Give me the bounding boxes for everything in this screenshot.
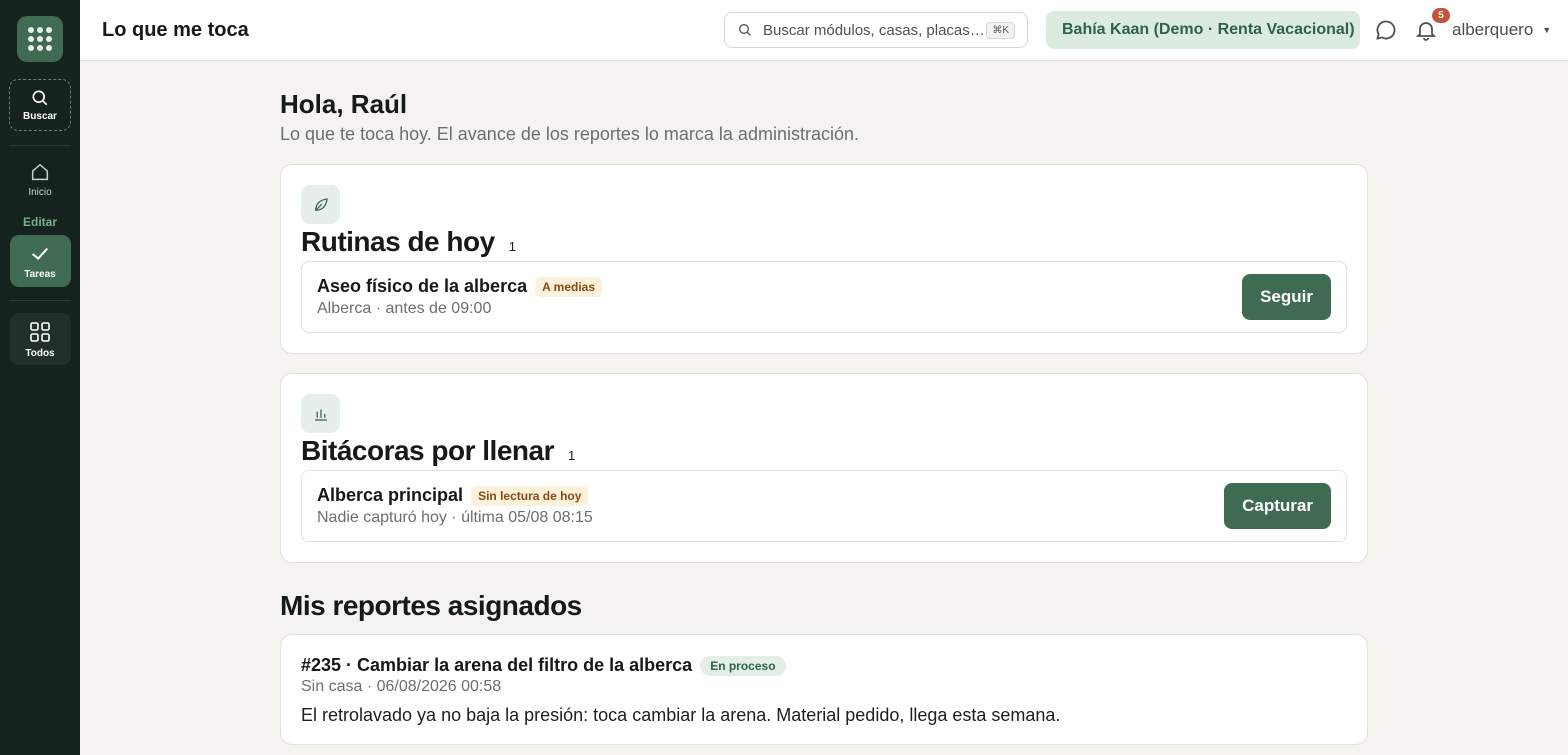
list-item: Aseo físico de la alberca A medias Alber… <box>301 261 1347 333</box>
grid-dots-icon <box>28 27 52 51</box>
status-badge: Sin lectura de hoy <box>471 485 589 506</box>
bar-chart-icon <box>301 394 340 433</box>
routines-title: Rutinas de hoy <box>301 226 495 257</box>
greeting-subtitle: Lo que te toca hoy. El avance de los rep… <box>280 124 859 144</box>
report-title: #235 · Cambiar la arena del filtro de la… <box>301 655 693 675</box>
sidebar-item-tareas[interactable]: Tareas <box>9 235 71 287</box>
sidebar-item-label: Todos <box>25 347 55 359</box>
sidebar-item-label: Inicio <box>28 186 52 198</box>
report-card[interactable]: #235 · Cambiar la arena del filtro de la… <box>280 634 1368 745</box>
status-badge: En proceso <box>700 655 786 676</box>
status-badge: A medias <box>535 276 603 297</box>
search-icon <box>739 24 751 36</box>
report-body: El retrolavado ya no baja la presión: to… <box>301 705 1061 725</box>
sidebar-item-label: Tareas <box>24 268 56 280</box>
reports-title: Mis reportes asignados <box>280 590 582 621</box>
routines-card: Rutinas de hoy 1 Aseo físico de la alber… <box>280 164 1368 354</box>
sidebar-item-inicio[interactable]: Inicio <box>10 153 71 205</box>
sidebar-search-button[interactable]: Buscar <box>9 79 71 131</box>
log-subtitle: Nadie capturó hoy · última 05/08 08:15 <box>317 509 593 526</box>
main-content: Hola, Raúl Lo que te toca hoy. El avance… <box>280 61 1368 745</box>
notifications-badge: 5 <box>1432 8 1450 23</box>
chat-button[interactable] <box>1374 18 1398 47</box>
sidebar-search-label: Buscar <box>23 111 57 122</box>
sidebar: Buscar Inicio Editar Tareas Todos <box>0 0 80 755</box>
site-selector[interactable]: Bahía Kaan (Demo · Renta Vacacional) <box>1046 11 1360 49</box>
routines-count: 1 <box>508 239 516 254</box>
top-bar: Lo que me toca Buscar módulos, casas, pl… <box>80 0 1568 61</box>
leaf-icon <box>301 185 340 224</box>
list-item: Alberca principal Sin lectura de hoy Nad… <box>301 470 1347 542</box>
greeting-title: Hola, Raúl <box>280 89 408 119</box>
chat-icon <box>1376 20 1396 40</box>
notifications-button[interactable] <box>1414 18 1438 47</box>
page-title: Lo que me toca <box>102 19 249 41</box>
search-shortcut: ⌘K <box>986 21 1015 39</box>
sidebar-divider <box>9 145 71 146</box>
caret-down-icon: ▼ <box>1542 25 1552 35</box>
grid-icon <box>30 321 50 342</box>
report-subtitle: Sin casa · 06/08/2026 00:58 <box>301 678 502 695</box>
sidebar-section-editar: Editar <box>22 215 57 229</box>
logs-count: 1 <box>567 448 576 463</box>
user-name: alberquero <box>1452 20 1534 39</box>
sidebar-divider <box>9 300 71 301</box>
check-icon <box>32 247 49 260</box>
routine-subtitle: Alberca · antes de 09:00 <box>317 300 492 317</box>
user-menu[interactable]: alberquero ▼ <box>1452 20 1551 40</box>
logs-title: Bitácoras por llenar <box>301 435 554 466</box>
routine-title: Aseo físico de la alberca <box>317 276 528 296</box>
home-icon <box>31 163 49 180</box>
search-icon <box>32 90 48 106</box>
follow-button[interactable]: Seguir <box>1242 274 1331 320</box>
search-placeholder: Buscar módulos, casas, placas… <box>763 21 985 39</box>
app-launcher-button[interactable] <box>17 16 63 62</box>
logs-card: Bitácoras por llenar 1 Alberca principal… <box>280 373 1368 563</box>
log-title: Alberca principal <box>317 485 464 505</box>
search-input[interactable]: Buscar módulos, casas, placas… ⌘K <box>724 12 1028 48</box>
sidebar-item-todos[interactable]: Todos <box>9 313 71 365</box>
site-selector-value: Bahía Kaan (Demo · Renta Vacacional) <box>1062 21 1355 38</box>
capture-button[interactable]: Capturar <box>1224 483 1331 529</box>
